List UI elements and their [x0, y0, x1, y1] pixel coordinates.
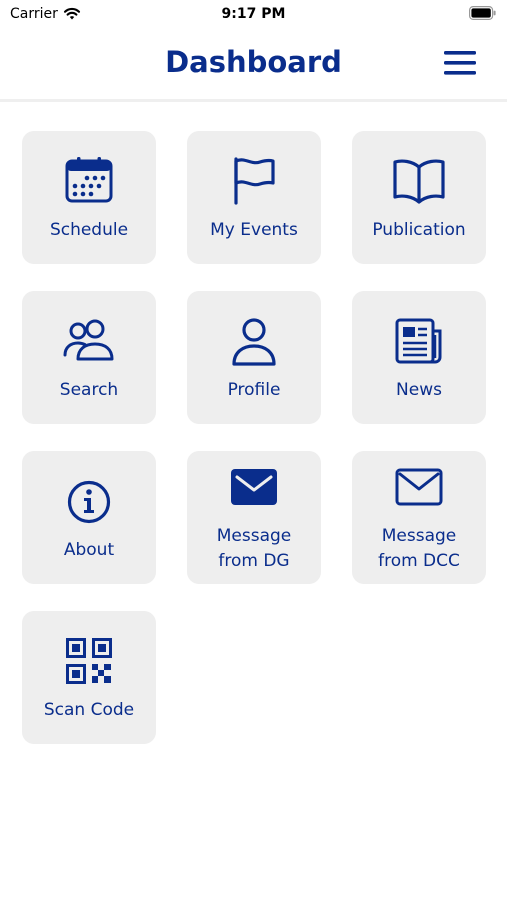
tile-icon-wrap: [22, 157, 156, 207]
page-title: Dashboard: [165, 45, 342, 79]
tile-publication[interactable]: Publication: [352, 131, 486, 264]
tile-my-events[interactable]: My Events: [187, 131, 321, 264]
tile-label-line2: from DCC: [378, 551, 460, 571]
envelope-outline-icon: [395, 468, 443, 506]
tile-about[interactable]: About: [22, 451, 156, 584]
status-time: 9:17 PM: [221, 6, 286, 22]
newspaper-icon: [395, 318, 442, 364]
tile-label: Scan Code: [43, 700, 135, 720]
calendar-icon: [65, 157, 113, 203]
tile-label-line1: Message: [381, 526, 457, 546]
battery-icon: [469, 6, 496, 20]
nav-bar: Dashboard: [0, 28, 507, 102]
tile-message-from-dcc[interactable]: Message from DCC: [352, 451, 486, 584]
hamburger-menu-icon: [444, 51, 476, 75]
open-book-icon: [393, 159, 445, 204]
tile-icon-wrap: [187, 317, 321, 367]
qr-code-icon: [66, 638, 112, 684]
tile-label: My Events: [210, 220, 298, 240]
tile-icon-wrap: [22, 637, 156, 687]
status-bar: Carrier 9:17 PM: [0, 0, 507, 28]
tile-search[interactable]: Search: [22, 291, 156, 424]
tile-icon-wrap: [22, 479, 156, 529]
menu-button[interactable]: [444, 50, 484, 80]
tile-label-line2: from DG: [218, 551, 290, 571]
tile-icon-wrap: [352, 157, 486, 207]
tile-label: News: [396, 380, 442, 400]
tile-profile[interactable]: Profile: [187, 291, 321, 424]
tile-icon-wrap: [352, 467, 486, 517]
tile-scan-code[interactable]: Scan Code: [22, 611, 156, 744]
tile-icon-wrap: [187, 157, 321, 207]
tile-label: Message from DG: [187, 524, 321, 574]
flag-icon: [234, 157, 275, 205]
users-icon: [63, 319, 114, 361]
tile-message-from-dg[interactable]: Message from DG: [187, 451, 321, 584]
info-icon: [67, 480, 111, 524]
tile-label: About: [63, 540, 115, 560]
tile-label-line1: Message: [216, 526, 292, 546]
envelope-filled-icon: [231, 469, 277, 505]
tile-schedule[interactable]: Schedule: [22, 131, 156, 264]
tile-news[interactable]: News: [352, 291, 486, 424]
tile-label: Publication: [372, 220, 466, 240]
tile-label: Search: [59, 380, 119, 400]
tile-label: Message from DCC: [352, 524, 486, 574]
tile-icon-wrap: [187, 467, 321, 517]
tile-icon-wrap: [22, 317, 156, 367]
tile-label: Profile: [227, 380, 281, 400]
tile-label: Schedule: [49, 220, 129, 240]
user-icon: [232, 318, 276, 366]
tile-icon-wrap: [352, 317, 486, 367]
